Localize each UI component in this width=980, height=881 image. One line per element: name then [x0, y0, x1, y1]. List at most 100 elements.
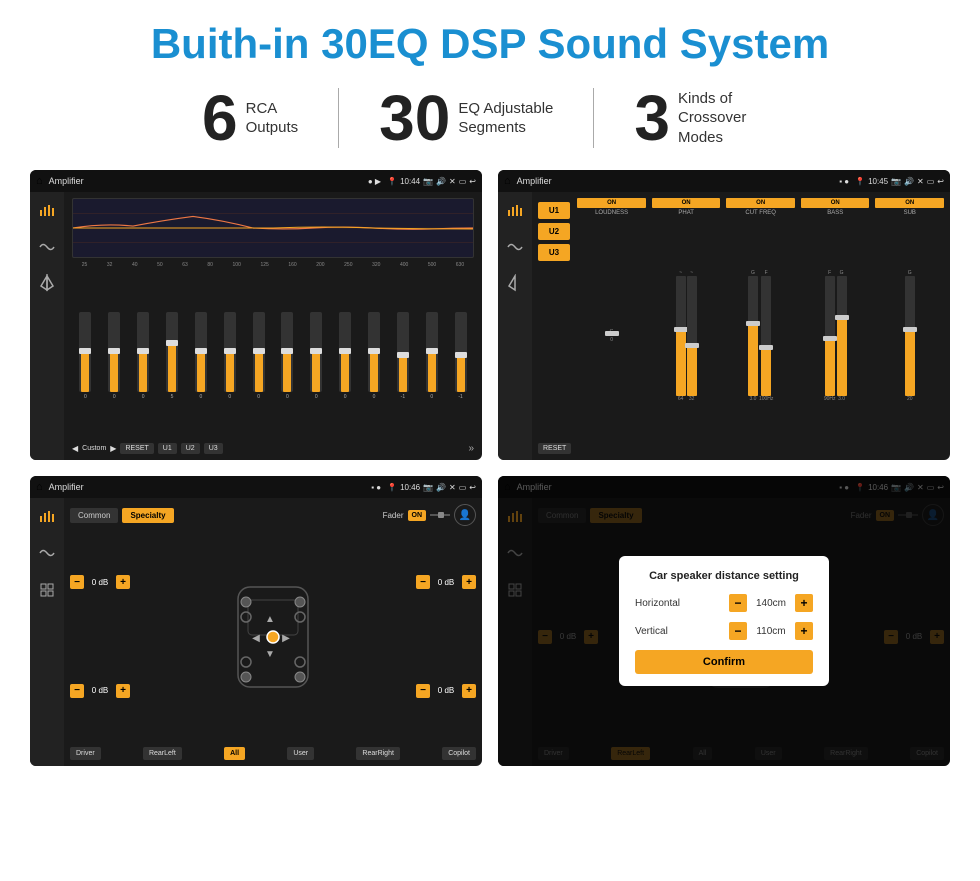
- modal-overlay: Car speaker distance setting Horizontal …: [498, 476, 950, 766]
- left-bot-minus[interactable]: −: [70, 684, 84, 698]
- crossover-x-icon: ✕: [917, 177, 924, 186]
- speaker-sidebar-icon-3[interactable]: [36, 578, 58, 600]
- crossover-rec-icons: ▪ ●: [839, 177, 849, 186]
- eq-u2-btn[interactable]: U2: [181, 443, 200, 454]
- horizontal-plus-btn[interactable]: +: [795, 594, 813, 612]
- eq-main: 2532405063 80100125160200 25032040050063…: [64, 192, 482, 460]
- car-diagram-area: ▲ ▼ ◀ ▶: [136, 530, 410, 743]
- eq-slider-col-14: -1: [447, 312, 474, 400]
- modal-vertical-control: − 110cm +: [729, 622, 813, 640]
- eq-screen-content: 2532405063 80100125160200 25032040050063…: [30, 192, 482, 460]
- speaker-sidebar-icon-1[interactable]: [36, 506, 58, 528]
- speaker-back-icon: ↩: [469, 483, 476, 492]
- speaker-bottom-buttons: Driver RearLeft All User RearRight Copil…: [70, 747, 476, 760]
- stat-label-rca: RCAOutputs: [246, 99, 299, 138]
- eq-location-icon: 📍: [387, 177, 397, 186]
- speaker-rec-icons: ▪ ●: [371, 483, 381, 492]
- svg-text:◀: ◀: [252, 633, 260, 644]
- eq-more-arrow: »: [468, 443, 474, 454]
- speaker-battery-icon: ▭: [459, 483, 467, 492]
- right-bot-minus[interactable]: −: [416, 684, 430, 698]
- crossover-main: U1 U2 U3 RESET ON LOUDNES: [532, 192, 950, 460]
- crossover-sidebar-icon-2[interactable]: [504, 236, 526, 258]
- dist-screen-card: ⌂ Amplifier ▪ ● 📍 10:46 📷 🔊 ✕ ▭ ↩: [498, 476, 950, 766]
- speaker-sidebar-icon-2[interactable]: [36, 542, 58, 564]
- eq-slider-col-6: 0: [216, 312, 243, 400]
- eq-sidebar-icon-3[interactable]: [36, 272, 58, 294]
- crossover-reset-btn[interactable]: RESET: [538, 439, 571, 454]
- right-top-minus[interactable]: −: [416, 575, 430, 589]
- sub-label: SUB: [904, 210, 916, 216]
- speaker-screen-card: ⌂ Amplifier ▪ ● 📍 10:46 📷 🔊 ✕ ▭ ↩: [30, 476, 482, 766]
- rearright-btn[interactable]: RearRight: [356, 747, 400, 760]
- cutfreq-sliders: G 3.0 F: [748, 218, 773, 454]
- speaker-camera-icon: 📷: [423, 483, 433, 492]
- crossover-sidebar-icon-3[interactable]: [504, 272, 526, 294]
- phat-label: PHAT: [678, 210, 694, 216]
- crossover-sidebar: [498, 192, 532, 460]
- eq-next-btn[interactable]: ▶: [110, 444, 116, 453]
- confirm-button[interactable]: Confirm: [635, 650, 813, 674]
- eq-u1-btn[interactable]: U1: [158, 443, 177, 454]
- left-top-plus[interactable]: +: [116, 575, 130, 589]
- horizontal-minus-btn[interactable]: −: [729, 594, 747, 612]
- preset-u2[interactable]: U2: [538, 223, 570, 240]
- driver-btn[interactable]: Driver: [70, 747, 101, 760]
- crossover-location-icon: 📍: [855, 177, 865, 186]
- user-btn[interactable]: User: [287, 747, 314, 760]
- preset-u3[interactable]: U3: [538, 244, 570, 261]
- right-vol-top: − 0 dB +: [416, 575, 476, 589]
- left-bot-plus[interactable]: +: [116, 684, 130, 698]
- left-top-minus[interactable]: −: [70, 575, 84, 589]
- right-vol-controls: − 0 dB + − 0 dB +: [416, 530, 476, 743]
- tab-common[interactable]: Common: [70, 508, 118, 523]
- channel-loudness: ON LOUDNESS G 0: [577, 198, 646, 454]
- crossover-sidebar-icon-1[interactable]: [504, 200, 526, 222]
- right-bot-plus[interactable]: +: [462, 684, 476, 698]
- bass-label: BASS: [827, 210, 843, 216]
- eq-play-icons: ● ▶: [368, 177, 381, 186]
- screenshots-grid: ⌂ Amplifier ● ▶ 📍 10:44 📷 🔊 ✕ ▭ ↩: [30, 170, 950, 766]
- speaker-status-right: 📍 10:46 📷 🔊 ✕ ▭ ↩: [387, 483, 476, 492]
- eq-u3-btn[interactable]: U3: [204, 443, 223, 454]
- svg-text:▼: ▼: [265, 649, 275, 660]
- right-top-val: 0 dB: [432, 578, 460, 587]
- eq-slider-col-9: 0: [303, 312, 330, 400]
- speaker-time: 10:46: [400, 483, 420, 492]
- speaker-layout-area: − 0 dB + − 0 dB +: [70, 530, 476, 743]
- eq-battery-icon: ▭: [459, 177, 467, 186]
- crossover-screen-content: U1 U2 U3 RESET ON LOUDNES: [498, 192, 950, 460]
- vertical-plus-btn[interactable]: +: [795, 622, 813, 640]
- tab-specialty[interactable]: Specialty: [122, 508, 173, 523]
- right-top-plus[interactable]: +: [462, 575, 476, 589]
- eq-reset-btn[interactable]: RESET: [120, 443, 153, 454]
- stat-eq: 30 EQ AdjustableSegments: [339, 86, 593, 150]
- rearleft-btn[interactable]: RearLeft: [143, 747, 182, 760]
- crossover-back-icon: ↩: [937, 177, 944, 186]
- crossover-screen-title: Amplifier: [517, 176, 834, 186]
- all-btn[interactable]: All: [224, 747, 245, 760]
- distance-setting-modal: Car speaker distance setting Horizontal …: [619, 556, 829, 686]
- crossover-home-icon: ⌂: [504, 175, 511, 187]
- channel-bass: ON BASS F 90Hz: [801, 198, 870, 454]
- crossover-content-row: U1 U2 U3 RESET ON LOUDNES: [538, 198, 944, 454]
- eq-sidebar-icon-1[interactable]: [36, 200, 58, 222]
- eq-prev-btn[interactable]: ◀: [72, 444, 78, 453]
- right-bot-val: 0 dB: [432, 686, 460, 695]
- eq-slider-col-7: 0: [245, 312, 272, 400]
- vertical-minus-btn[interactable]: −: [729, 622, 747, 640]
- eq-time: 10:44: [400, 177, 420, 186]
- eq-graph: [72, 198, 474, 258]
- loudness-on-badge: ON: [577, 198, 646, 208]
- copilot-btn[interactable]: Copilot: [442, 747, 476, 760]
- right-vol-bottom: − 0 dB +: [416, 684, 476, 698]
- eq-slider-col-8: 0: [274, 312, 301, 400]
- preset-u1[interactable]: U1: [538, 202, 570, 219]
- phat-slider-1: ~ 64: [676, 270, 686, 402]
- eq-back-icon: ↩: [469, 177, 476, 186]
- user-icon[interactable]: 👤: [454, 504, 476, 526]
- eq-slider-col-11: 0: [361, 312, 388, 400]
- eq-sidebar-icon-2[interactable]: [36, 236, 58, 258]
- eq-bottom-bar: ◀ Custom ▶ RESET U1 U2 U3 »: [72, 443, 474, 454]
- fader-slider[interactable]: [430, 511, 450, 519]
